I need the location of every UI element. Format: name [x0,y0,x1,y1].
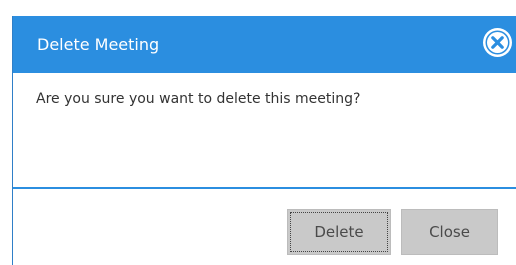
dialog-title: Delete Meeting [37,35,160,54]
confirmation-message: Are you sure you want to delete this mee… [36,91,361,107]
delete-button[interactable]: Delete [287,209,391,255]
dialog-titlebar: Delete Meeting [13,16,516,73]
delete-meeting-dialog: Delete Meeting Are you sure you want to … [12,16,516,265]
close-icon[interactable] [481,26,514,59]
dialog-footer: Delete Close [13,189,516,265]
dialog-body: Are you sure you want to delete this mee… [13,73,516,187]
page-background [0,0,516,16]
close-button[interactable]: Close [401,209,498,255]
